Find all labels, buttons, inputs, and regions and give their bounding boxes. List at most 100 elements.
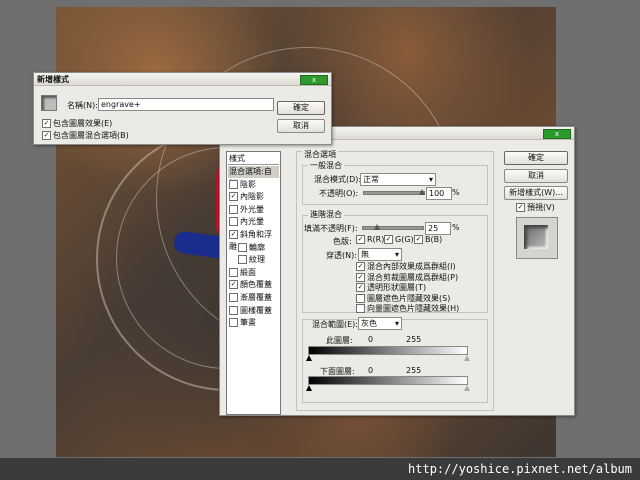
checkbox[interactable]: ✓ <box>516 203 525 212</box>
this-layer-white-slider[interactable] <box>464 355 470 361</box>
advanced-option-label: 混合內部效果成爲群組(I) <box>367 262 456 271</box>
opacity-value: 100 <box>429 189 445 198</box>
style-checkbox[interactable] <box>229 217 238 227</box>
knockout-select[interactable]: 無 <box>358 248 402 261</box>
style-checkbox[interactable] <box>229 293 238 302</box>
checkbox[interactable]: ✓ <box>356 262 365 271</box>
fill-opacity-slider[interactable] <box>362 226 424 230</box>
style-item[interactable]: ✓ 斜角和浮雕 <box>228 229 279 251</box>
name-input[interactable]: engrave+ <box>98 98 274 111</box>
style-checkbox[interactable] <box>229 204 238 214</box>
style-checkbox[interactable]: ✓ <box>229 192 238 202</box>
cancel-button[interactable]: 取消 <box>277 119 325 133</box>
this-layer-black-slider[interactable] <box>306 355 312 361</box>
style-item[interactable]: ✓ 顏色覆蓋 <box>228 279 279 291</box>
style-checkbox[interactable] <box>229 318 238 328</box>
style-item-label: 緞面 <box>240 267 256 277</box>
checkbox[interactable]: ✓ <box>356 272 365 282</box>
style-item-label: 圖樣覆蓋 <box>240 305 272 315</box>
new-style-button[interactable]: 新增樣式(W)... <box>504 186 568 200</box>
style-checkbox[interactable]: ✓ <box>229 280 238 290</box>
style-item-label: 顏色覆蓋 <box>240 280 272 290</box>
underlying-layer-max: 255 <box>406 366 422 375</box>
style-item[interactable]: 外光暈 <box>228 204 279 216</box>
fill-opacity-percent: % <box>452 223 460 232</box>
blending-options-title: 混合選項 <box>302 149 338 160</box>
blend-if-select[interactable]: 灰色 <box>358 317 402 330</box>
style-item[interactable]: 筆畫 <box>228 317 279 329</box>
style-item[interactable]: 輪廓 <box>228 242 279 254</box>
include-effects-checkbox[interactable]: ✓ 包含圖層效果(E) <box>42 118 112 129</box>
this-layer-min: 0 <box>368 335 374 344</box>
opacity-label: 不透明(O): <box>319 189 359 198</box>
advanced-option-label: 透明形狀圖層(T) <box>367 283 427 292</box>
style-checkbox[interactable]: ✓ <box>229 230 238 239</box>
include-blending-label: 包含圖層混合選項(B) <box>53 131 129 140</box>
advanced-option-label: 圖層遮色片隱藏效果(S) <box>367 293 451 303</box>
checkbox[interactable] <box>356 304 365 313</box>
style-item-label: 紋理 <box>249 255 265 265</box>
title-bar[interactable]: 新增樣式 x <box>34 73 331 86</box>
channel-r-checkbox[interactable]: ✓ R(R) <box>356 235 384 244</box>
style-item[interactable]: 圖樣覆蓋 <box>228 305 279 317</box>
underlying-black-slider[interactable] <box>306 385 312 391</box>
checkbox[interactable]: ✓ <box>356 283 365 292</box>
style-item[interactable]: 漸層覆蓋 <box>228 292 279 304</box>
style-item-label: 陰影 <box>240 179 256 189</box>
close-button[interactable]: x <box>300 75 328 85</box>
advanced-option-checkbox[interactable]: ✓ 透明形狀圖層(T) <box>356 282 426 293</box>
style-checkbox[interactable] <box>229 179 238 189</box>
style-checkbox[interactable] <box>238 255 247 265</box>
checkbox[interactable]: ✓ <box>384 235 393 244</box>
blend-mode-select[interactable]: 正常 <box>360 173 436 186</box>
style-item[interactable]: 緞面 <box>228 267 279 279</box>
style-checkbox[interactable] <box>229 267 238 277</box>
fill-opacity-slider-thumb[interactable] <box>374 224 380 230</box>
channel-g-label: G(G) <box>395 235 414 244</box>
cancel-button[interactable]: 取消 <box>504 169 568 183</box>
style-item[interactable]: 陰影 <box>228 179 279 191</box>
opacity-input[interactable]: 100 <box>426 187 452 200</box>
style-item[interactable]: 混合選項:自訂 <box>228 166 279 188</box>
checkbox[interactable] <box>356 293 365 303</box>
underlying-white-slider[interactable] <box>464 385 470 391</box>
style-item[interactable]: 內光暈 <box>228 216 279 228</box>
name-input-value: engrave+ <box>101 100 141 109</box>
advanced-option-checkbox[interactable]: 圖層遮色片隱藏效果(S) <box>356 293 450 304</box>
opacity-slider[interactable] <box>363 191 425 195</box>
advanced-option-checkbox[interactable]: ✓ 混合剪裁圖層成爲群組(P) <box>356 272 458 283</box>
blend-mode-label: 混合模式(D): <box>314 175 362 184</box>
checkbox[interactable]: ✓ <box>414 235 423 244</box>
advanced-option-checkbox[interactable]: ✓ 混合內部效果成爲群組(I) <box>356 261 456 272</box>
opacity-slider-thumb[interactable] <box>419 189 425 195</box>
preview-checkbox[interactable]: ✓ 預視(V) <box>516 202 555 213</box>
checkbox[interactable]: ✓ <box>42 119 51 128</box>
layer-style-dialog: x 樣式 混合選項:自訂陰影✓內陰影外光暈內光暈✓斜角和浮雕輪廓紋理緞面✓顏色覆… <box>219 126 575 416</box>
channel-b-checkbox[interactable]: ✓ B(B) <box>414 235 442 244</box>
ok-button[interactable]: 確定 <box>277 101 325 115</box>
style-item[interactable]: 紋理 <box>228 254 279 266</box>
blend-mode-value: 正常 <box>363 175 379 184</box>
style-checkbox[interactable] <box>229 305 238 315</box>
style-thumbnail <box>41 95 57 111</box>
checkbox[interactable]: ✓ <box>42 131 51 140</box>
style-item-label: 筆畫 <box>240 318 256 328</box>
ok-button[interactable]: 確定 <box>504 151 568 165</box>
name-label: 名稱(N): <box>67 101 98 110</box>
style-item[interactable]: ✓ 內陰影 <box>228 191 279 203</box>
blend-if-value: 灰色 <box>361 319 377 328</box>
preview-label: 預視(V) <box>527 203 555 212</box>
close-button[interactable]: x <box>543 129 571 139</box>
advanced-option-checkbox[interactable]: 向量圖遮色片隱藏效果(H) <box>356 303 459 314</box>
checkbox[interactable]: ✓ <box>356 235 365 244</box>
styles-header[interactable]: 樣式 <box>228 153 279 165</box>
channel-r-label: R(R) <box>367 235 385 244</box>
style-item-label: 輪廓 <box>249 242 265 252</box>
watermark-text: http://yoshice.pixnet.net/album <box>408 462 632 476</box>
fill-opacity-input[interactable]: 25 <box>425 222 451 235</box>
opacity-percent: % <box>452 188 460 197</box>
channel-g-checkbox[interactable]: ✓ G(G) <box>384 235 414 244</box>
style-checkbox[interactable] <box>238 242 247 252</box>
this-layer-gradient <box>308 346 468 355</box>
include-blending-checkbox[interactable]: ✓ 包含圖層混合選項(B) <box>42 130 129 141</box>
